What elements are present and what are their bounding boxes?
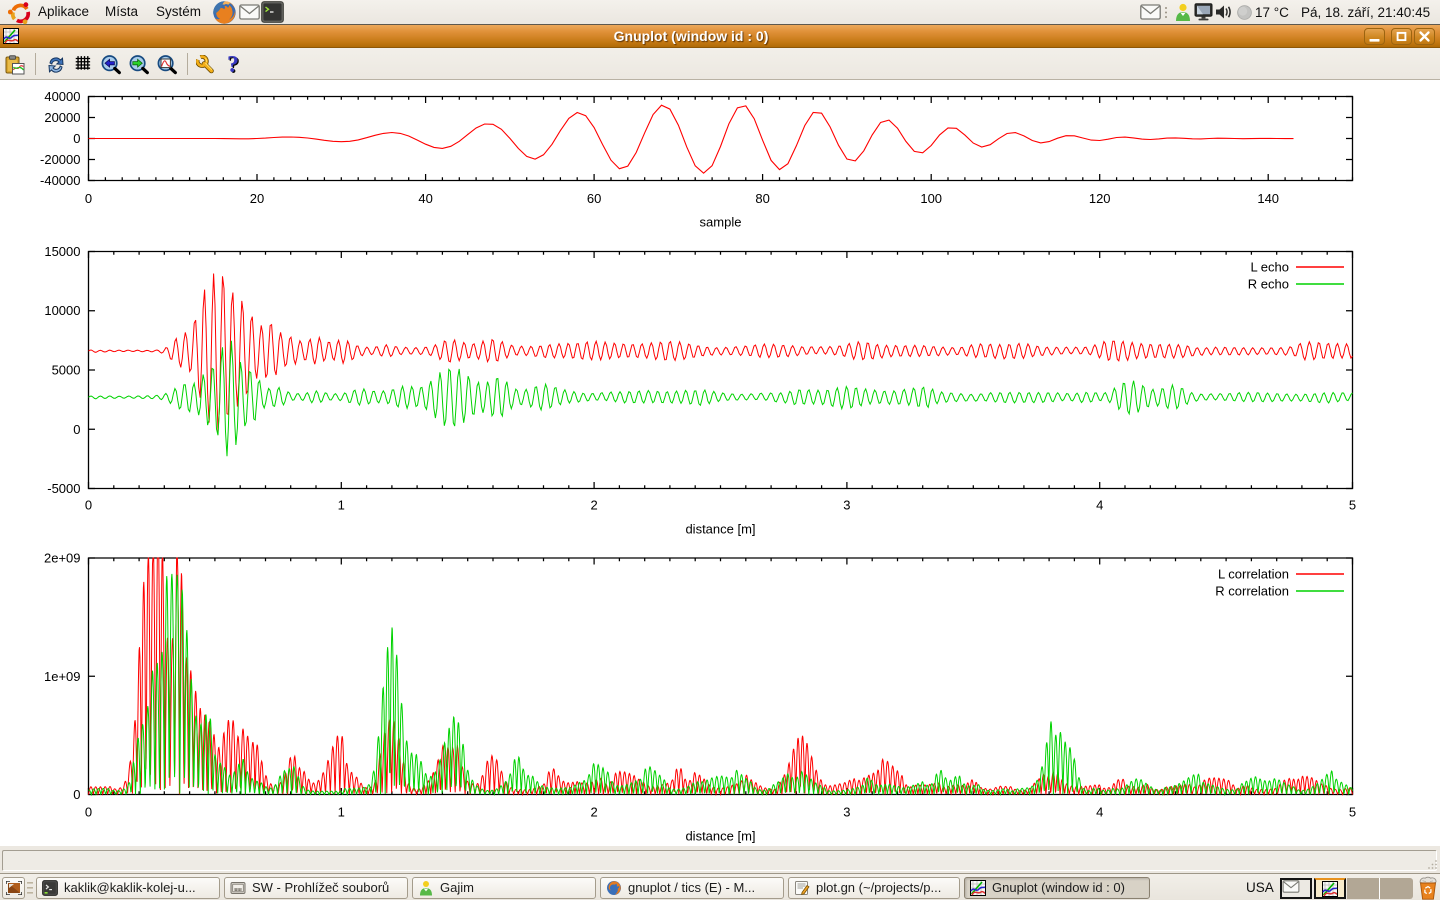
svg-text:distance [m]: distance [m] bbox=[685, 829, 755, 844]
svg-text:-40000: -40000 bbox=[40, 173, 80, 188]
svg-text:4: 4 bbox=[1096, 805, 1103, 820]
svg-text:20: 20 bbox=[250, 191, 264, 206]
svg-text:5000: 5000 bbox=[52, 363, 81, 378]
svg-text:L echo: L echo bbox=[1250, 260, 1289, 275]
svg-text:0: 0 bbox=[85, 805, 92, 820]
svg-text:-5000: -5000 bbox=[47, 481, 80, 496]
svg-text:3: 3 bbox=[843, 805, 850, 820]
svg-text:100: 100 bbox=[920, 191, 942, 206]
svg-text:40000: 40000 bbox=[44, 89, 80, 104]
svg-text:5: 5 bbox=[1349, 498, 1356, 513]
svg-text:0: 0 bbox=[85, 191, 92, 206]
svg-text:10000: 10000 bbox=[44, 303, 80, 318]
svg-text:80: 80 bbox=[755, 191, 769, 206]
svg-text:140: 140 bbox=[1257, 191, 1279, 206]
svg-text:L correlation: L correlation bbox=[1218, 567, 1289, 582]
svg-text:sample: sample bbox=[700, 215, 742, 230]
svg-text:5: 5 bbox=[1349, 805, 1356, 820]
svg-text:-20000: -20000 bbox=[40, 152, 80, 167]
svg-text:120: 120 bbox=[1089, 191, 1111, 206]
svg-text:R correlation: R correlation bbox=[1215, 584, 1289, 599]
svg-text:1: 1 bbox=[338, 805, 345, 820]
svg-text:0: 0 bbox=[73, 787, 80, 802]
svg-text:1e+09: 1e+09 bbox=[44, 669, 81, 684]
svg-text:1: 1 bbox=[338, 498, 345, 513]
svg-text:2: 2 bbox=[590, 805, 597, 820]
svg-text:2: 2 bbox=[590, 498, 597, 513]
svg-text:0: 0 bbox=[73, 131, 80, 146]
svg-text:0: 0 bbox=[73, 422, 80, 437]
svg-text:R echo: R echo bbox=[1248, 277, 1289, 292]
svg-text:2e+09: 2e+09 bbox=[44, 551, 81, 566]
svg-text:4: 4 bbox=[1096, 498, 1103, 513]
svg-text:15000: 15000 bbox=[44, 244, 80, 259]
svg-text:20000: 20000 bbox=[44, 110, 80, 125]
svg-text:60: 60 bbox=[587, 191, 601, 206]
svg-text:0: 0 bbox=[85, 498, 92, 513]
svg-text:distance [m]: distance [m] bbox=[685, 522, 755, 537]
svg-text:40: 40 bbox=[418, 191, 432, 206]
svg-text:3: 3 bbox=[843, 498, 850, 513]
